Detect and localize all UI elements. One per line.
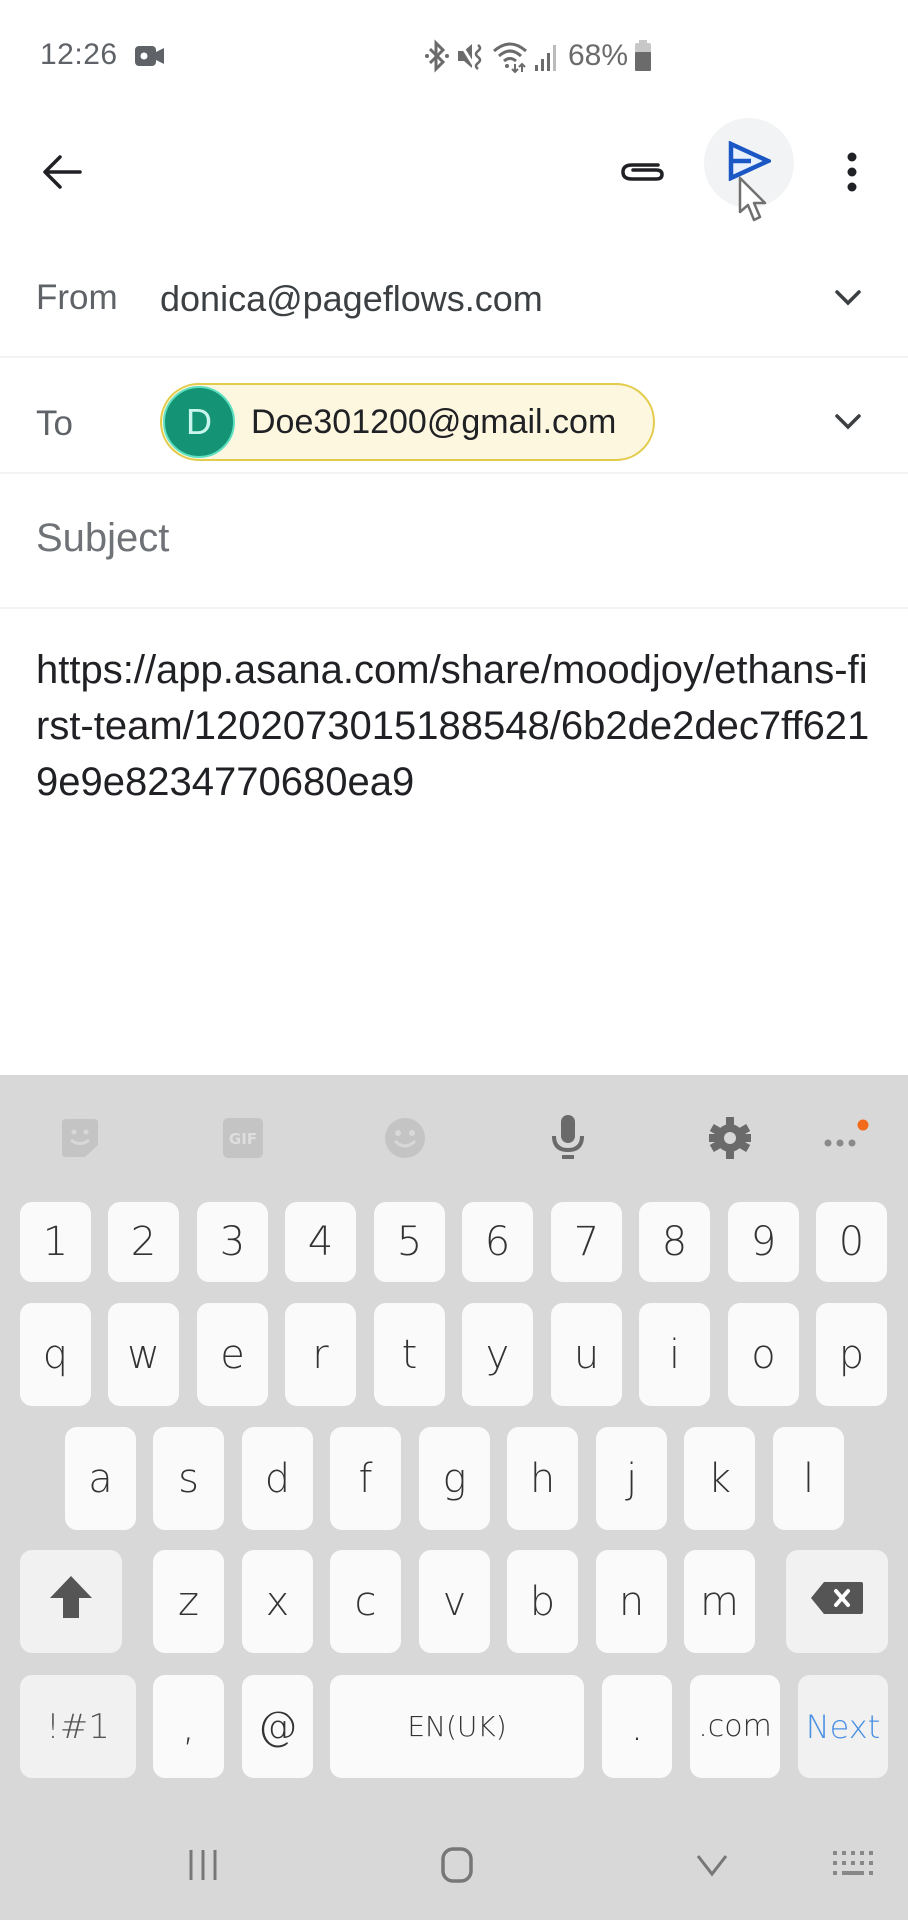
chevron-down-icon[interactable] bbox=[826, 276, 870, 320]
key-u[interactable]: u bbox=[551, 1303, 622, 1406]
key-3[interactable]: 3 bbox=[197, 1202, 268, 1282]
key-t[interactable]: t bbox=[374, 1303, 445, 1406]
backspace-key[interactable] bbox=[786, 1550, 888, 1653]
screen-record-icon bbox=[135, 45, 165, 67]
key-b[interactable]: b bbox=[507, 1550, 578, 1653]
comma-key[interactable]: , bbox=[153, 1675, 224, 1778]
battery-icon bbox=[634, 40, 652, 72]
message-body[interactable]: https://app.asana.com/share/moodjoy/etha… bbox=[36, 642, 876, 810]
key-e[interactable]: e bbox=[197, 1303, 268, 1406]
to-label: To bbox=[36, 404, 73, 443]
arrow-left-icon bbox=[42, 154, 82, 195]
settings-icon[interactable] bbox=[705, 1115, 755, 1161]
recipient-chip[interactable]: D Doe301200@gmail.com bbox=[160, 383, 655, 461]
paperclip-icon bbox=[618, 158, 666, 191]
subject-input[interactable] bbox=[36, 516, 876, 561]
key-5[interactable]: 5 bbox=[374, 1202, 445, 1282]
key-l[interactable]: l bbox=[773, 1427, 844, 1530]
recipient-email: Doe301200@gmail.com bbox=[251, 402, 617, 441]
key-w[interactable]: w bbox=[108, 1303, 179, 1406]
bluetooth-icon bbox=[424, 39, 450, 73]
key-a[interactable]: a bbox=[65, 1427, 136, 1530]
key-6[interactable]: 6 bbox=[462, 1202, 533, 1282]
key-2[interactable]: 2 bbox=[108, 1202, 179, 1282]
from-value[interactable]: donica@pageflows.com bbox=[160, 278, 543, 320]
signal-icon bbox=[534, 39, 558, 73]
space-key[interactable]: EN(UK) bbox=[330, 1675, 584, 1778]
shift-key[interactable] bbox=[20, 1550, 122, 1653]
avatar: D bbox=[163, 386, 235, 458]
key-8[interactable]: 8 bbox=[639, 1202, 710, 1282]
key-v[interactable]: v bbox=[419, 1550, 490, 1653]
status-icons: 68% bbox=[424, 38, 652, 74]
key-y[interactable]: y bbox=[462, 1303, 533, 1406]
symbols-key[interactable]: !#1 bbox=[20, 1675, 136, 1778]
key-r[interactable]: r bbox=[285, 1303, 356, 1406]
microphone-icon[interactable] bbox=[543, 1115, 593, 1161]
compose-toolbar bbox=[0, 110, 908, 220]
backspace-icon bbox=[810, 1579, 864, 1625]
key-f[interactable]: f bbox=[330, 1427, 401, 1530]
on-screen-keyboard: GIF 1 2 3 4 5 6 7 8 9 0 q w e r t y u i … bbox=[0, 1075, 908, 1920]
subject-row bbox=[0, 474, 908, 609]
sticker-icon[interactable] bbox=[55, 1115, 105, 1161]
more-vertical-icon bbox=[846, 152, 858, 197]
emoji-icon[interactable] bbox=[380, 1115, 430, 1161]
key-1[interactable]: 1 bbox=[20, 1202, 91, 1282]
key-g[interactable]: g bbox=[419, 1427, 490, 1530]
battery-percent: 68% bbox=[568, 39, 629, 72]
from-label: From bbox=[36, 278, 118, 317]
hide-keyboard-icon[interactable] bbox=[687, 1840, 737, 1890]
more-options-icon[interactable] bbox=[820, 1115, 870, 1161]
to-row[interactable]: To D Doe301200@gmail.com bbox=[0, 358, 908, 474]
at-key[interactable]: @ bbox=[242, 1675, 313, 1778]
next-key[interactable]: Next bbox=[798, 1675, 888, 1778]
home-icon[interactable] bbox=[432, 1840, 482, 1890]
gif-icon[interactable]: GIF bbox=[218, 1115, 268, 1161]
send-icon bbox=[727, 139, 774, 186]
key-7[interactable]: 7 bbox=[551, 1202, 622, 1282]
send-button[interactable] bbox=[704, 118, 794, 208]
key-o[interactable]: o bbox=[728, 1303, 799, 1406]
key-x[interactable]: x bbox=[242, 1550, 313, 1653]
svg-text:GIF: GIF bbox=[229, 1130, 257, 1148]
shift-icon bbox=[48, 1574, 94, 1630]
keyboard-switch-icon[interactable] bbox=[828, 1840, 878, 1890]
period-key[interactable]: . bbox=[602, 1675, 672, 1778]
key-z[interactable]: z bbox=[153, 1550, 224, 1653]
status-time: 12:26 bbox=[40, 38, 118, 71]
key-h[interactable]: h bbox=[507, 1427, 578, 1530]
recent-apps-icon[interactable] bbox=[178, 1840, 228, 1890]
key-4[interactable]: 4 bbox=[285, 1202, 356, 1282]
key-j[interactable]: j bbox=[596, 1427, 667, 1530]
key-9[interactable]: 9 bbox=[728, 1202, 799, 1282]
key-c[interactable]: c bbox=[330, 1550, 401, 1653]
key-q[interactable]: q bbox=[20, 1303, 91, 1406]
from-row[interactable]: From donica@pageflows.com bbox=[0, 238, 908, 358]
key-i[interactable]: i bbox=[639, 1303, 710, 1406]
key-p[interactable]: p bbox=[816, 1303, 887, 1406]
back-button[interactable] bbox=[26, 138, 98, 210]
key-0[interactable]: 0 bbox=[816, 1202, 887, 1282]
status-bar: 12:26 68% bbox=[0, 0, 908, 110]
dotcom-key[interactable]: .com bbox=[690, 1675, 780, 1778]
more-options-button[interactable] bbox=[816, 138, 888, 210]
wifi-icon bbox=[492, 39, 528, 73]
mute-vibrate-icon bbox=[456, 39, 486, 73]
attach-button[interactable] bbox=[606, 138, 678, 210]
key-k[interactable]: k bbox=[684, 1427, 755, 1530]
key-m[interactable]: m bbox=[684, 1550, 755, 1653]
chevron-down-icon[interactable] bbox=[826, 400, 870, 444]
key-s[interactable]: s bbox=[153, 1427, 224, 1530]
key-d[interactable]: d bbox=[242, 1427, 313, 1530]
key-n[interactable]: n bbox=[596, 1550, 667, 1653]
